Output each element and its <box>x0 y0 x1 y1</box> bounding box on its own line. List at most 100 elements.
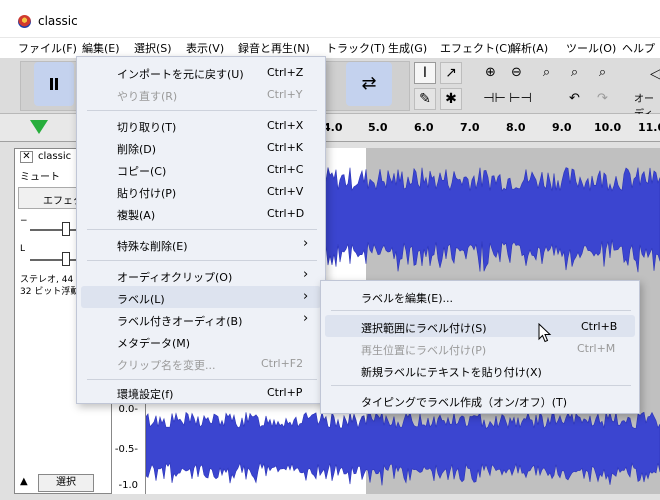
fit-project-icon: ⌕ <box>570 65 579 80</box>
submenu-arrow-icon: › <box>303 289 309 304</box>
submenu-item-edit-labels[interactable]: ラベルを編集(E)... <box>325 285 635 307</box>
menu-item-labels[interactable]: ラベル(L) › <box>81 286 321 308</box>
submenu-item-type-to-create-label[interactable]: タイピングでラベル作成（オン/オフ）(T) <box>325 389 635 411</box>
submenu-arrow-icon: › <box>303 267 309 282</box>
menu-item-undo-import[interactable]: インポートを元に戻す(U) Ctrl+Z <box>81 61 321 83</box>
menu-item-cut[interactable]: 切り取り(T) Ctrl+X <box>81 114 321 136</box>
play-head-icon[interactable] <box>30 120 48 134</box>
speaker-icon: ◁ <box>650 66 660 82</box>
silence-button[interactable]: ⊢⊣ <box>508 88 533 110</box>
menu-separator <box>87 110 317 111</box>
trim-icon: ⊣⊢ <box>483 91 506 106</box>
menu-item-labeled-audio[interactable]: ラベル付きオーディオ(B) › <box>81 308 321 330</box>
vertical-ruler-label: -1.0 <box>118 480 138 491</box>
label-submenu: ラベルを編集(E)... 選択範囲にラベル付け(S) Ctrl+B 再生位置にラ… <box>320 280 640 414</box>
zoom-out-icon: ⊖ <box>511 65 522 80</box>
pause-button[interactable] <box>34 62 74 106</box>
draw-tool-button[interactable]: ✎ <box>414 88 436 110</box>
envelope-icon: ↗ <box>445 65 457 81</box>
redo-icon: ↷ <box>597 91 608 106</box>
menu-generate[interactable]: 生成(G) <box>388 40 427 56</box>
menu-item-audio-clips[interactable]: オーディオクリップ(O) › <box>81 264 321 286</box>
vertical-ruler-label: -0.5- <box>114 444 138 455</box>
loop-button[interactable]: ⇄ <box>346 62 392 106</box>
collapse-track-icon[interactable]: ▲ <box>20 476 28 487</box>
mouse-cursor-icon <box>538 323 552 343</box>
trim-button[interactable]: ⊣⊢ <box>482 88 507 110</box>
menu-tracks[interactable]: トラック(T) <box>326 40 385 56</box>
selection-tool-button[interactable]: I <box>414 62 436 84</box>
undo-icon: ↶ <box>569 91 580 106</box>
ruler-tick-label: 7.0 <box>460 121 480 134</box>
submenu-arrow-icon: › <box>303 236 309 251</box>
menu-item-redo[interactable]: やり直す(R) Ctrl+Y <box>81 83 321 105</box>
zoom-toggle-icon: ⌕ <box>598 65 607 80</box>
menu-separator <box>87 379 317 380</box>
loop-icon: ⇄ <box>361 73 377 94</box>
fit-selection-button[interactable]: ⌕ <box>534 62 559 84</box>
ruler-tick-label: 10.0 <box>594 121 622 134</box>
menu-item-duplicate[interactable]: 複製(A) Ctrl+D <box>81 202 321 224</box>
menu-separator <box>331 310 631 311</box>
track-name-button[interactable]: classic <box>38 151 71 162</box>
menu-separator <box>331 385 631 386</box>
edit-menu-dropdown: インポートを元に戻す(U) Ctrl+Z やり直す(R) Ctrl+Y 切り取り… <box>76 56 326 404</box>
menu-analyze[interactable]: 解析(A) <box>510 40 548 56</box>
i-beam-icon: I <box>422 65 428 81</box>
envelope-tool-button[interactable]: ↗ <box>440 62 462 84</box>
zoom-in-button[interactable]: ⊕ <box>478 62 503 84</box>
menu-select[interactable]: 選択(S) <box>134 40 172 56</box>
zoom-in-icon: ⊕ <box>485 65 496 80</box>
multi-tool-button[interactable]: ✱ <box>440 88 462 110</box>
menu-effect[interactable]: エフェクト(C) <box>440 40 511 56</box>
submenu-arrow-icon: › <box>303 311 309 326</box>
undo-button[interactable]: ↶ <box>562 88 587 110</box>
menu-bar: ファイル(F) 編集(E) 選択(S) 表示(V) 録音と再生(N) トラック(… <box>0 38 660 69</box>
gain-label: − <box>20 216 28 226</box>
fit-project-button[interactable]: ⌕ <box>562 62 587 84</box>
zoom-out-button[interactable]: ⊖ <box>504 62 529 84</box>
waveform-path-lower <box>146 411 660 486</box>
asterisk-icon: ✱ <box>445 91 457 107</box>
ruler-tick-label: 6.0 <box>414 121 434 134</box>
gain-slider-thumb[interactable] <box>62 222 70 236</box>
pencil-icon: ✎ <box>419 91 431 107</box>
menu-item-preferences[interactable]: 環境設定(f) Ctrl+P <box>81 381 321 403</box>
track-bitdepth-info: 32 ビット浮動 <box>20 287 80 297</box>
audacity-app-icon <box>18 15 31 28</box>
menu-item-rename-clip[interactable]: クリップ名を変更... Ctrl+F2 <box>81 352 321 374</box>
ruler-tick-label: 5.0 <box>368 121 388 134</box>
menu-item-delete[interactable]: 削除(D) Ctrl+K <box>81 136 321 158</box>
menu-separator <box>87 229 317 230</box>
close-icon: ✕ <box>22 151 31 162</box>
menu-edit[interactable]: 編集(E) <box>82 40 120 56</box>
zoom-toggle-button[interactable]: ⌕ <box>590 62 615 84</box>
track-select-button[interactable]: 選択 <box>38 474 94 492</box>
menu-item-remove-special[interactable]: 特殊な削除(E) › <box>81 233 321 255</box>
menu-file[interactable]: ファイル(F) <box>18 40 77 56</box>
submenu-item-paste-text-to-new-label[interactable]: 新規ラベルにテキストを貼り付け(X) <box>325 359 635 381</box>
track-close-button[interactable]: ✕ <box>20 151 33 163</box>
ruler-tick-label: 8.0 <box>506 121 526 134</box>
waveform-lower-channel[interactable] <box>146 408 660 490</box>
menu-transport[interactable]: 録音と再生(N) <box>238 40 310 56</box>
pan-slider-thumb[interactable] <box>62 252 70 266</box>
pan-left-label: L <box>20 244 26 254</box>
submenu-item-add-label-at-selection[interactable]: 選択範囲にラベル付け(S) Ctrl+B <box>325 315 635 337</box>
vertical-ruler-label: 0.0- <box>118 404 138 415</box>
fit-selection-icon: ⌕ <box>542 65 551 80</box>
menu-item-paste[interactable]: 貼り付け(P) Ctrl+V <box>81 180 321 202</box>
menu-item-copy[interactable]: コピー(C) Ctrl+C <box>81 158 321 180</box>
ruler-tick-label: 11.0 <box>638 121 660 134</box>
menu-separator <box>87 260 317 261</box>
window-title: classic <box>38 14 78 28</box>
menu-view[interactable]: 表示(V) <box>186 40 224 56</box>
redo-button[interactable]: ↷ <box>590 88 615 110</box>
submenu-item-add-label-at-playback[interactable]: 再生位置にラベル付け(P) Ctrl+M <box>325 337 635 359</box>
mute-button[interactable]: ミュート <box>20 168 60 183</box>
silence-icon: ⊢⊣ <box>509 91 532 106</box>
menu-tools[interactable]: ツール(O) <box>566 40 616 56</box>
menu-item-metadata[interactable]: メタデータ(M) <box>81 330 321 352</box>
ruler-tick-label: 9.0 <box>552 121 572 134</box>
title-bar: classic <box>0 0 660 38</box>
